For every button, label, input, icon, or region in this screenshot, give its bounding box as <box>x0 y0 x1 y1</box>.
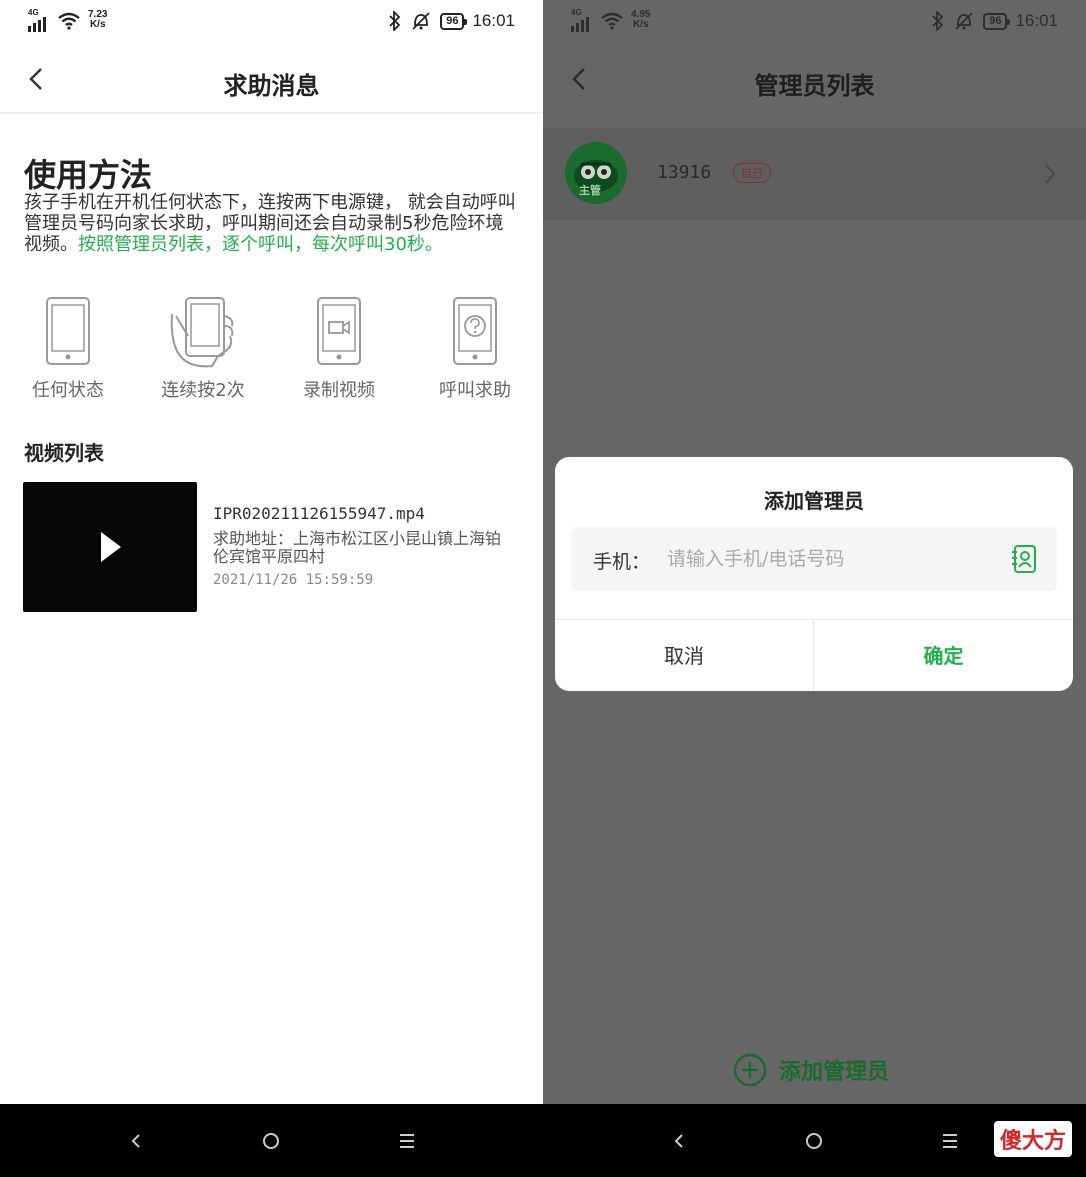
status-bar: 4G 7.23 K/s 96 16:01 <box>0 0 543 48</box>
title-bar: 求助消息 <box>0 48 543 114</box>
phone-field: 手机： <box>571 527 1057 591</box>
hand-press-icon <box>170 297 234 368</box>
confirm-button[interactable]: 确定 <box>814 620 1073 691</box>
self-badge: 自己 <box>733 163 771 183</box>
nav-back-icon[interactable] <box>664 1126 694 1156</box>
video-address: 求助地址：上海市松江区小昆山镇上海铂伦宾馆平原四村 <box>213 529 502 566</box>
clock: 16:01 <box>1015 11 1058 30</box>
help-messages-screen: 4G 7.23 K/s 96 16:01 求助消息 使用方法 孩子手机在开机任何状… <box>0 0 543 1177</box>
video-timestamp: 2021/11/26 15:59:59 <box>213 572 374 588</box>
watermark-logo: 傻大方 <box>993 1121 1072 1157</box>
title-bar: 管理员列表 <box>543 48 1086 114</box>
phone-input[interactable] <box>667 541 997 577</box>
nav-home-icon[interactable] <box>799 1126 829 1156</box>
usage-steps: 任何状态 连续按2次 录制视频 呼叫求助 <box>0 296 543 406</box>
network-type: 4G <box>571 8 582 17</box>
nav-back-icon[interactable] <box>121 1126 151 1156</box>
mute-bell-icon <box>955 12 973 30</box>
network-speed: 7.23 K/s <box>88 9 108 30</box>
usage-highlight: 按照管理员列表，逐个呼叫，每次呼叫30秒。 <box>78 234 443 255</box>
dialog-title: 添加管理员 <box>764 489 864 513</box>
status-bar: 4G 4.95 K/s 96 16:01 <box>543 0 1086 48</box>
play-icon[interactable] <box>101 532 121 562</box>
usage-description: 孩子手机在开机任何状态下，连按两下电源键， 就会自动呼叫管理员号码向家长求助，呼… <box>24 192 516 255</box>
page-title: 求助消息 <box>223 72 320 100</box>
bluetooth-icon <box>932 11 944 31</box>
cancel-button[interactable]: 取消 <box>555 620 814 691</box>
nav-menu-icon[interactable] <box>935 1126 965 1156</box>
phone-field-label: 手机： <box>593 551 651 573</box>
admin-list-screen: 4G 4.95 K/s 96 16:01 管理员列表 主管 13916 自己 添加… <box>543 0 1086 1177</box>
add-circle-icon <box>733 1053 767 1087</box>
phone-icon <box>46 297 90 365</box>
network-speed: 4.95 K/s <box>631 9 651 30</box>
help-call-icon <box>453 297 497 365</box>
signal-icon: 4G <box>28 8 50 34</box>
video-list-item[interactable]: IPR020211126155947.mp4 求助地址：上海市松江区小昆山镇上海… <box>23 482 523 614</box>
nav-home-icon[interactable] <box>256 1126 286 1156</box>
bluetooth-icon <box>389 11 401 31</box>
page-title: 管理员列表 <box>754 72 875 100</box>
mute-bell-icon <box>412 12 430 30</box>
battery-indicator: 96 <box>983 12 1011 30</box>
clock: 16:01 <box>472 11 515 30</box>
video-thumbnail[interactable] <box>23 482 197 612</box>
avatar-label: 主管 <box>579 184 601 197</box>
video-filename: IPR020211126155947.mp4 <box>213 504 425 523</box>
admin-list-item[interactable]: 主管 13916 自己 <box>543 128 1086 220</box>
admin-phone: 13916 <box>657 162 712 183</box>
add-admin-button[interactable]: 添加管理员 <box>733 1050 889 1090</box>
avatar: 主管 <box>565 142 627 204</box>
add-admin-dialog: 添加管理员 手机： 取消 确定 <box>555 457 1073 691</box>
system-nav-bar: 傻大方 <box>543 1104 1086 1177</box>
contacts-icon[interactable] <box>1011 544 1039 574</box>
signal-icon: 4G <box>571 8 593 34</box>
video-list-heading: 视频列表 <box>24 441 104 465</box>
nav-menu-icon[interactable] <box>392 1126 422 1156</box>
usage-heading: 使用方法 <box>24 156 153 194</box>
wifi-icon <box>58 12 80 30</box>
wifi-icon <box>601 12 623 30</box>
battery-indicator: 96 <box>440 12 468 30</box>
chevron-right-icon <box>1045 164 1056 184</box>
network-type: 4G <box>28 8 39 17</box>
add-admin-label: 添加管理员 <box>779 1060 890 1085</box>
system-nav-bar <box>0 1104 543 1177</box>
video-record-icon <box>317 297 361 365</box>
dialog-buttons: 取消 确定 <box>555 619 1073 691</box>
